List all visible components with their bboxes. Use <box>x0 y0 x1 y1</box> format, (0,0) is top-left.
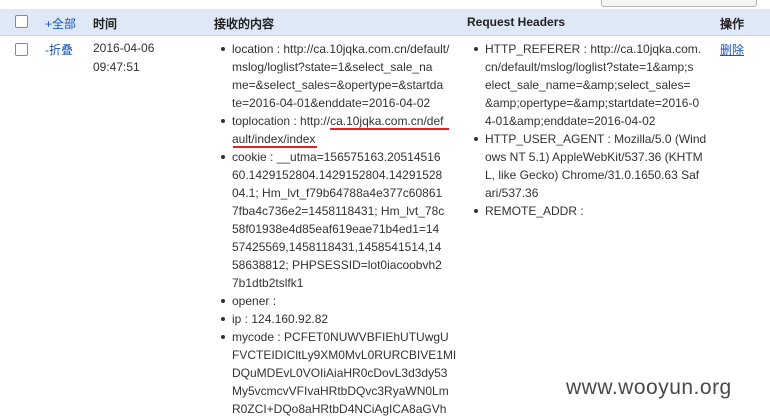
top-action-button[interactable] <box>601 0 757 7</box>
list-item-line: opener : <box>232 294 277 308</box>
list-item-line: ip : 124.160.92.82 <box>232 312 329 326</box>
list-item-line: DQuMDEvL0VOIiAiaHR0cDovL3d3dy53 <box>232 366 448 380</box>
list-item-line: HTTP_USER_AGENT : Mozilla/5.0 (Wind <box>485 132 707 146</box>
list-item-line: ari/537.36 <box>485 186 539 200</box>
collapse-link[interactable]: -折叠 <box>45 41 73 58</box>
list-item: REMOTE_ADDR : <box>471 202 711 220</box>
list-item: mycode : PCFET0NUWVBFIEhUTUwgU FVCTEIDICl… <box>218 328 458 418</box>
list-item-line: 7b1dtb2tslfk1 <box>232 276 304 290</box>
list-item-line: HTTP_REFERER : http://ca.10jqka.com. <box>485 42 702 56</box>
list-item-line: cn/default/mslog/loglist?state=1&amp;s <box>485 60 694 74</box>
row-date: 2016-04-06 <box>93 41 155 55</box>
list-item-line: te=2016-04-01&enddate=2016-04-02 <box>232 96 431 110</box>
list-item-line: 57425569,1458118431,1458541514,14 <box>232 240 442 254</box>
received-content-list: location : http://ca.10jqka.com.cn/defau… <box>218 40 458 418</box>
header-time: 时间 <box>93 17 118 31</box>
table-header: +全部 时间 接收的内容 Request Headers 操作 <box>0 9 770 36</box>
request-headers-list: HTTP_REFERER : http://ca.10jqka.com. cn/d… <box>471 40 711 220</box>
list-item-line: 4-01&amp;enddate=2016-04-02 <box>485 114 656 128</box>
list-item: location : http://ca.10jqka.com.cn/defau… <box>218 40 458 112</box>
list-item-line: REMOTE_ADDR : <box>485 204 584 218</box>
list-item: HTTP_USER_AGENT : Mozilla/5.0 (Wind ows N… <box>471 130 711 202</box>
list-item-line: me=&select_sales=&opertype=&startda <box>232 78 444 92</box>
list-item: opener : <box>218 292 458 310</box>
list-item-line: ows NT 5.1) AppleWebKit/537.36 (KHTM <box>485 150 703 164</box>
list-item: cookie : __utma=156575163.20514516 60.142… <box>218 148 458 292</box>
watermark: www.wooyun.org <box>566 376 732 399</box>
list-item-line: &amp;opertype=&amp;startdate=2016-0 <box>485 96 700 110</box>
list-item-line: location : http://ca.10jqka.com.cn/defau… <box>232 42 450 56</box>
row-checkbox[interactable] <box>15 43 28 56</box>
list-item-line: R0ZCI+DQo8aHRtbD4NCiAgICA8aGVh <box>232 402 447 416</box>
list-item-line: elect_sale_name=&amp;select_sales= <box>485 78 691 92</box>
header-request-headers: Request Headers <box>467 15 566 29</box>
list-item-line: 60.1429152804.1429152804.14291528 <box>232 168 443 182</box>
list-item-line: 7fba4c736e2=1458118431; Hm_lvt_78c <box>232 204 445 218</box>
list-item: ip : 124.160.92.82 <box>218 310 458 328</box>
list-item-line: L, like Gecko) Chrome/31.0.1650.63 Saf <box>485 168 700 182</box>
list-item-line: 58f01938e4d85eaf619eae71b4ed1=14 <box>232 222 440 236</box>
list-item-line: FVCTEIDICltLy9XM0MvL0RURCBIVE1MI <box>232 348 457 362</box>
select-all-checkbox[interactable] <box>15 15 28 28</box>
highlight-underline <box>330 128 449 130</box>
list-item-line: mslog/loglist?state=1&select_sale_na <box>232 60 433 74</box>
list-item-line: mycode : PCFET0NUWVBFIEhUTUwgU <box>232 330 449 344</box>
list-item: HTTP_REFERER : http://ca.10jqka.com. cn/d… <box>471 40 711 130</box>
highlight-underline <box>233 146 317 148</box>
list-item-line: My5vcmcvVFIvaHRtbDQvc3RyaWN0Lm <box>232 384 449 398</box>
select-all-link[interactable]: +全部 <box>45 15 76 32</box>
row-time: 09:47:51 <box>93 60 140 74</box>
list-item-line: 04.1; Hm_lvt_f79b64788a4e377c60861 <box>232 186 443 200</box>
list-item: toplocation : http://ca.10jqka.com.cn/de… <box>218 112 458 148</box>
list-item-line: cookie : __utma=156575163.20514516 <box>232 150 441 164</box>
header-received-content: 接收的内容 <box>214 17 275 31</box>
delete-link[interactable]: 删除 <box>720 41 744 58</box>
list-item-line: 58638812; PHPSESSID=lot0iacoobvh2 <box>232 258 442 272</box>
header-actions: 操作 <box>720 17 745 31</box>
